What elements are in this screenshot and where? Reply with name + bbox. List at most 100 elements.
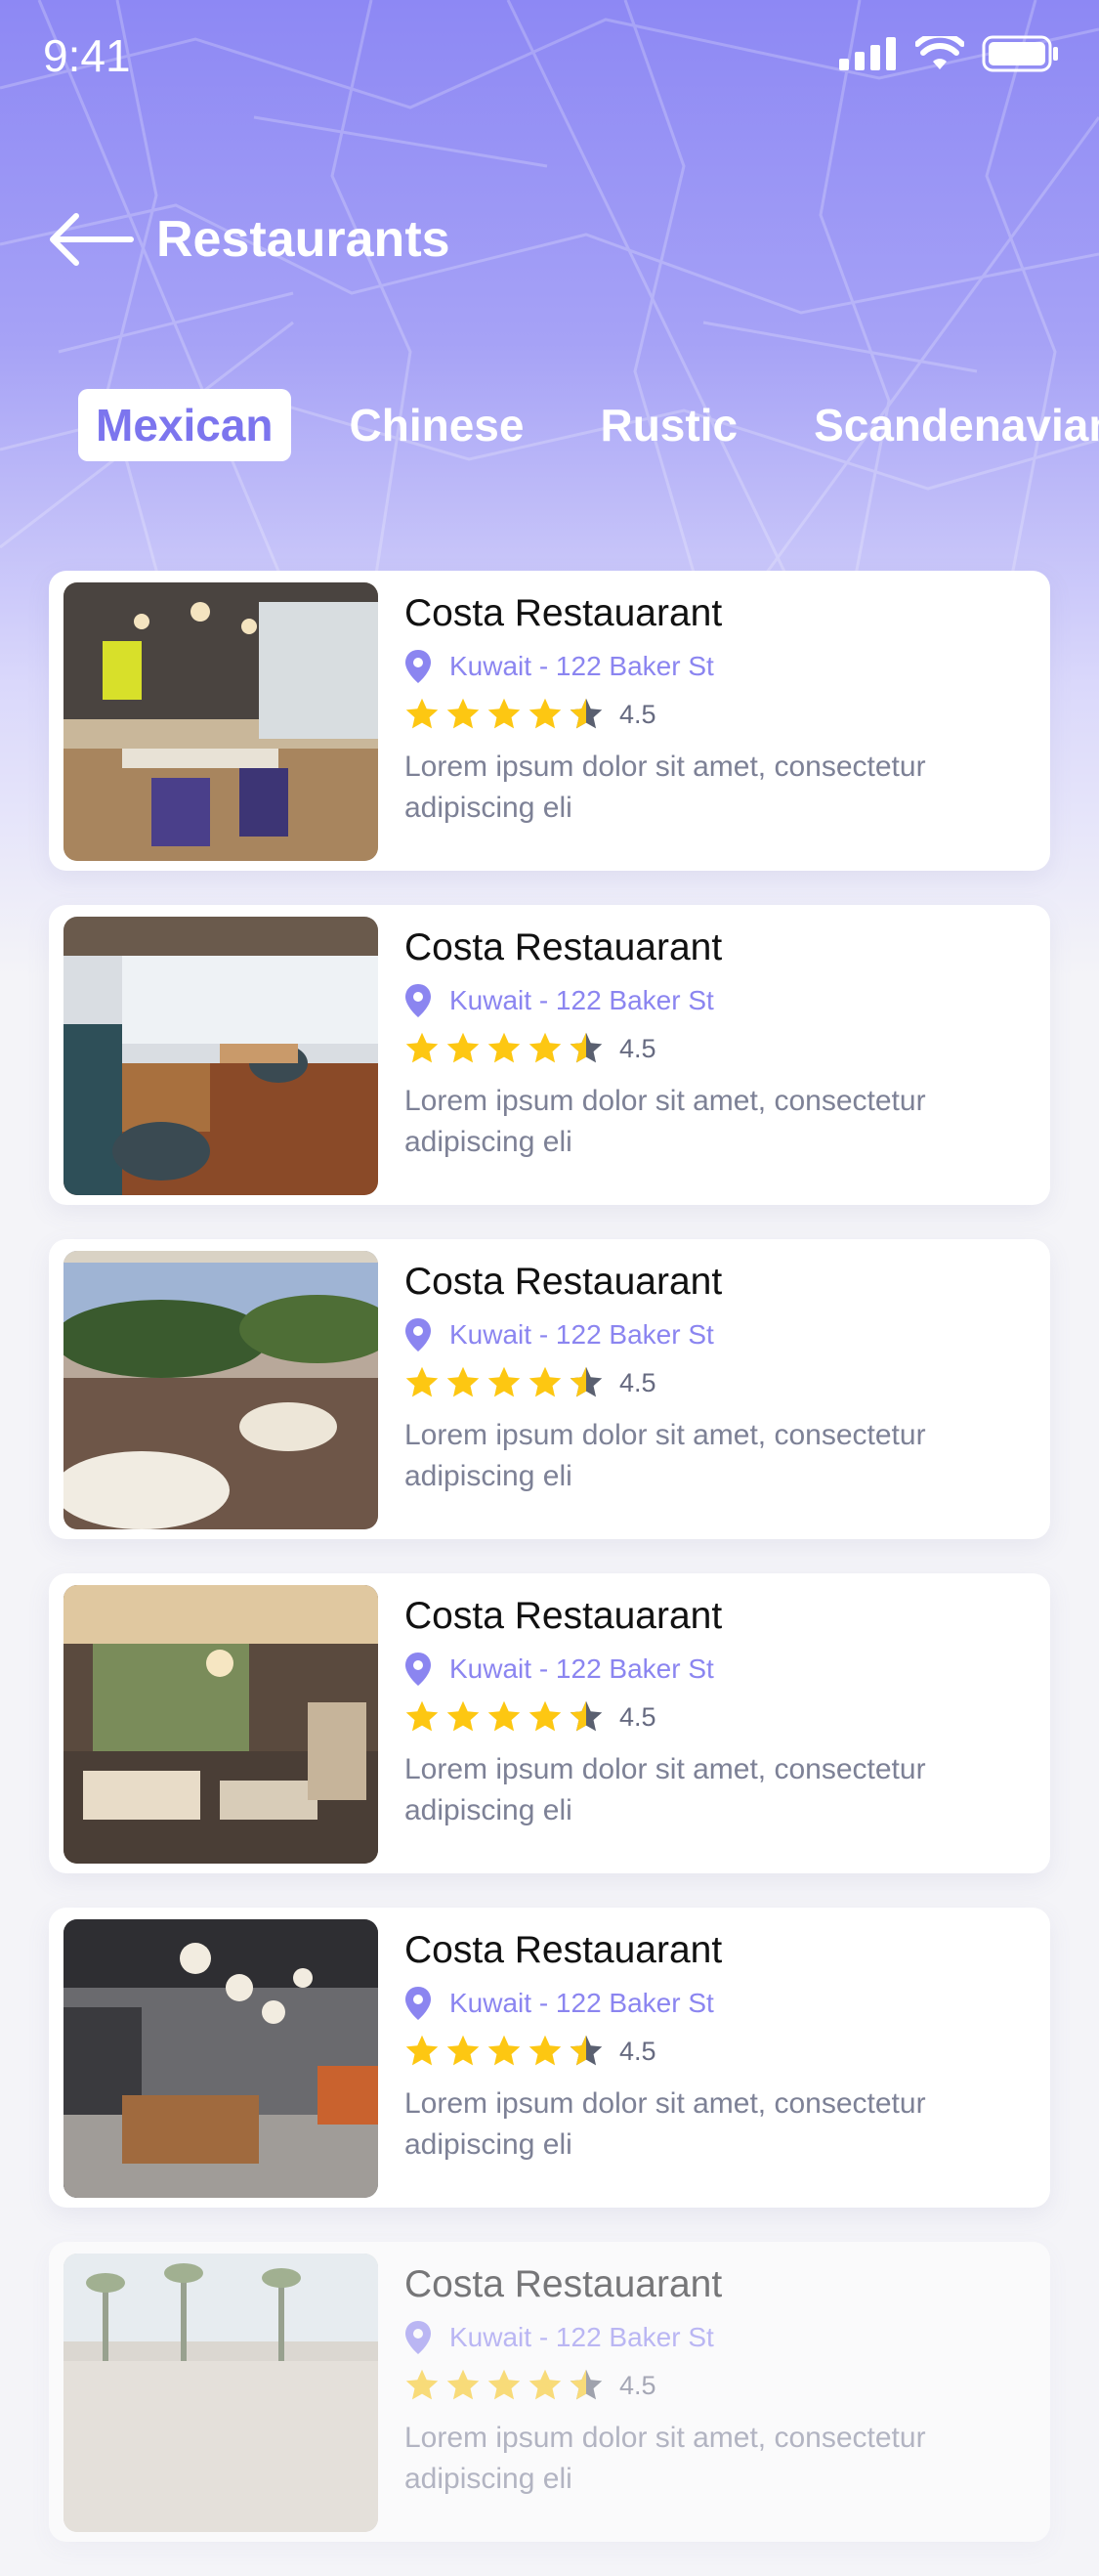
restaurant-card[interactable]: Costa Restauarant Kuwait - 122 Baker St … xyxy=(49,571,1050,871)
wifi-icon xyxy=(915,36,964,69)
rating-value: 4.5 xyxy=(619,1033,656,1063)
address-text: Kuwait - 122 Baker St xyxy=(449,1319,714,1350)
restaurant-description: Lorem ipsum dolor sit amet, consectetur … xyxy=(404,1085,926,1158)
signal-icon xyxy=(839,37,896,70)
half-star-icon xyxy=(570,1366,603,1397)
location-pin-icon xyxy=(405,1653,431,1686)
restaurant-photo xyxy=(63,917,378,1195)
rating-value: 4.5 xyxy=(619,1367,656,1397)
restaurant-description: Lorem ipsum dolor sit amet, consectetur … xyxy=(404,1753,926,1826)
tab-mexican[interactable]: Mexican xyxy=(78,389,291,461)
address-text: Kuwait - 122 Baker St xyxy=(449,1653,714,1684)
rating-value: 4.5 xyxy=(619,2036,656,2066)
restaurant-address: Kuwait - 122 Baker St xyxy=(404,1317,1030,1352)
star-icon xyxy=(528,2369,562,2400)
restaurant-photo xyxy=(63,582,378,861)
restaurant-address: Kuwait - 122 Baker St xyxy=(404,649,1030,684)
star-icon xyxy=(446,698,480,729)
status-bar: 9:41 xyxy=(0,0,1099,117)
restaurant-description: Lorem ipsum dolor sit amet, consectetur … xyxy=(404,2422,926,2495)
location-pin-icon xyxy=(405,984,431,1017)
restaurant-photo xyxy=(63,1251,378,1529)
location-pin-icon xyxy=(405,1318,431,1352)
address-text: Kuwait - 122 Baker St xyxy=(449,651,714,681)
star-rating: 4.5 xyxy=(404,1700,1030,1734)
star-icon xyxy=(405,1032,439,1063)
back-button[interactable] xyxy=(47,205,135,274)
half-star-icon xyxy=(570,1032,603,1063)
star-icon xyxy=(487,2369,521,2400)
restaurant-description: Lorem ipsum dolor sit amet, consectetur … xyxy=(404,1419,926,1492)
restaurant-list: Costa Restauarant Kuwait - 122 Baker St … xyxy=(49,571,1050,2576)
half-star-icon xyxy=(570,1700,603,1732)
restaurant-name: Costa Restauarant xyxy=(404,1929,723,1971)
star-rating: 4.5 xyxy=(404,1366,1030,1399)
star-rating: 4.5 xyxy=(404,2369,1030,2402)
restaurant-address: Kuwait - 122 Baker St xyxy=(404,1652,1030,1687)
restaurant-name: Costa Restauarant xyxy=(404,1261,723,1303)
star-icon xyxy=(446,2035,480,2066)
tab-chinese[interactable]: Chinese xyxy=(332,389,542,461)
status-icons xyxy=(839,35,1060,72)
restaurant-description: Lorem ipsum dolor sit amet, consectetur … xyxy=(404,2087,926,2161)
star-icon xyxy=(405,698,439,729)
address-text: Kuwait - 122 Baker St xyxy=(449,2322,714,2352)
star-icon xyxy=(528,1700,562,1732)
restaurant-photo xyxy=(63,1585,378,1864)
half-star-icon xyxy=(570,2369,603,2400)
restaurant-address: Kuwait - 122 Baker St xyxy=(404,1986,1030,2021)
star-icon xyxy=(528,2035,562,2066)
restaurant-photo xyxy=(63,2254,378,2532)
star-icon xyxy=(487,2035,521,2066)
star-rating: 4.5 xyxy=(404,2035,1030,2068)
rating-value: 4.5 xyxy=(619,699,656,729)
page-title: Restaurants xyxy=(156,211,450,268)
restaurant-card[interactable]: Costa Restauarant Kuwait - 122 Baker St … xyxy=(49,1239,1050,1539)
rating-value: 4.5 xyxy=(619,2370,656,2400)
half-star-icon xyxy=(570,2035,603,2066)
restaurant-address: Kuwait - 122 Baker St xyxy=(404,2320,1030,2355)
star-icon xyxy=(528,698,562,729)
restaurant-card[interactable]: Costa Restauarant Kuwait - 122 Baker St … xyxy=(49,2242,1050,2542)
star-icon xyxy=(528,1366,562,1397)
location-pin-icon xyxy=(405,1987,431,2020)
restaurant-name: Costa Restauarant xyxy=(404,1595,723,1637)
star-icon xyxy=(487,1700,521,1732)
star-icon xyxy=(405,1366,439,1397)
star-rating: 4.5 xyxy=(404,698,1030,731)
star-icon xyxy=(405,2035,439,2066)
address-text: Kuwait - 122 Baker St xyxy=(449,1988,714,2018)
half-star-icon xyxy=(570,698,603,729)
tab-scandenavian[interactable]: Scandenavian xyxy=(796,389,1099,461)
rating-value: 4.5 xyxy=(619,1701,656,1732)
location-pin-icon xyxy=(405,2321,431,2354)
restaurant-card[interactable]: Costa Restauarant Kuwait - 122 Baker St … xyxy=(49,1908,1050,2208)
star-icon xyxy=(487,698,521,729)
restaurant-name: Costa Restauarant xyxy=(404,926,723,968)
category-tabs: Mexican Chinese Rustic Scandenavian xyxy=(78,389,1099,461)
star-icon xyxy=(446,2369,480,2400)
star-rating: 4.5 xyxy=(404,1032,1030,1065)
restaurant-card[interactable]: Costa Restauarant Kuwait - 122 Baker St … xyxy=(49,1573,1050,1873)
restaurant-photo xyxy=(63,1919,378,2198)
address-text: Kuwait - 122 Baker St xyxy=(449,985,714,1015)
status-time: 9:41 xyxy=(43,30,131,81)
star-icon xyxy=(446,1366,480,1397)
star-icon xyxy=(528,1032,562,1063)
battery-icon xyxy=(982,35,1058,72)
star-icon xyxy=(405,1700,439,1732)
star-icon xyxy=(487,1366,521,1397)
tab-rustic[interactable]: Rustic xyxy=(582,389,755,461)
location-pin-icon xyxy=(405,650,431,683)
back-arrow-icon xyxy=(50,213,134,266)
navigation-bar: Restaurants xyxy=(47,200,450,279)
restaurant-card[interactable]: Costa Restauarant Kuwait - 122 Baker St … xyxy=(49,905,1050,1205)
restaurant-address: Kuwait - 122 Baker St xyxy=(404,983,1030,1018)
restaurant-name: Costa Restauarant xyxy=(404,592,723,634)
star-icon xyxy=(446,1032,480,1063)
star-icon xyxy=(446,1700,480,1732)
restaurant-name: Costa Restauarant xyxy=(404,2263,723,2305)
star-icon xyxy=(405,2369,439,2400)
restaurant-description: Lorem ipsum dolor sit amet, consectetur … xyxy=(404,751,926,824)
star-icon xyxy=(487,1032,521,1063)
